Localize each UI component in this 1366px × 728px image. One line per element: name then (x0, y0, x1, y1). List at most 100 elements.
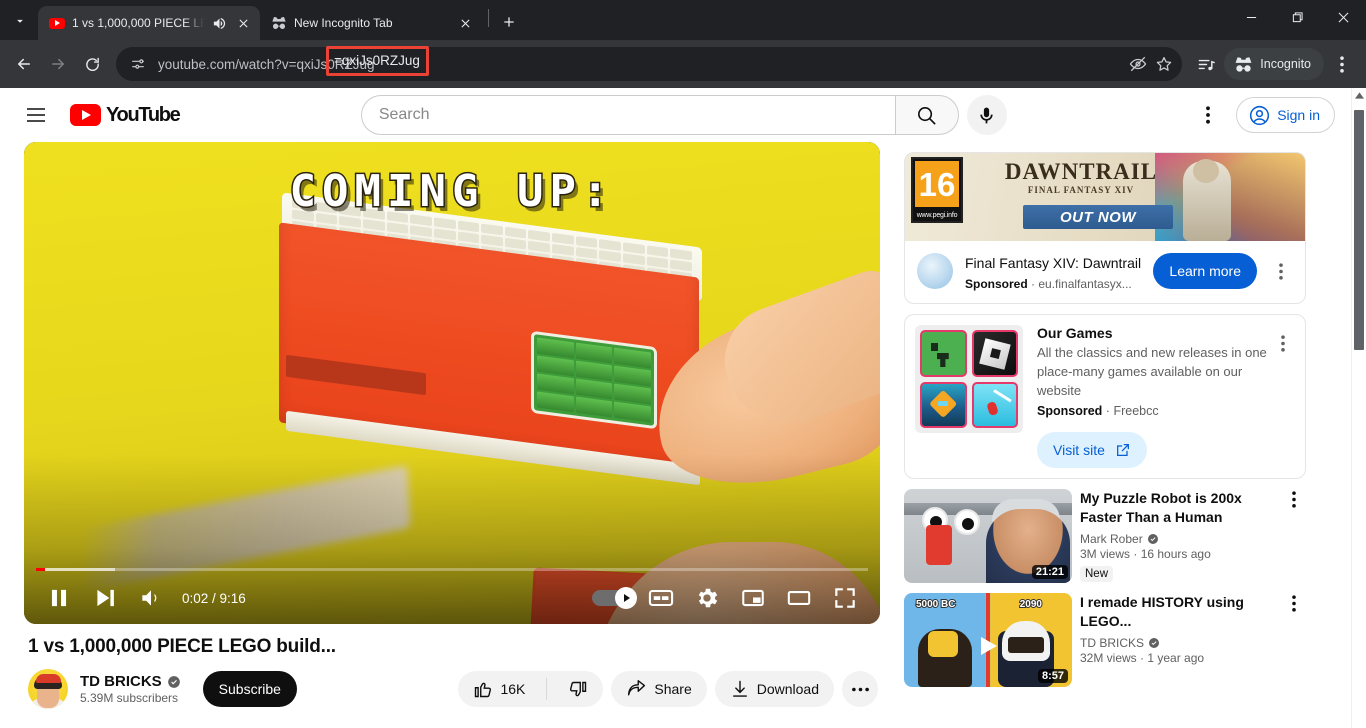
separator: · (1105, 403, 1110, 418)
pegi-url: www.pegi.info (916, 212, 958, 219)
visit-site-button[interactable]: Visit site (1037, 431, 1147, 468)
verified-badge-icon (167, 675, 180, 688)
thumbnail-label-left: 5000 BC (915, 598, 956, 611)
incognito-icon (1235, 56, 1252, 72)
reload-icon[interactable] (76, 48, 108, 80)
eye-crossed-icon[interactable] (1126, 52, 1150, 76)
close-tab-button[interactable] (234, 14, 252, 32)
ad-options-button[interactable] (1269, 253, 1293, 289)
search-input[interactable] (360, 95, 895, 135)
three-dot-menu-icon[interactable] (1326, 48, 1358, 80)
more-actions-button[interactable] (842, 671, 878, 707)
sign-in-button[interactable]: Sign in (1236, 97, 1335, 133)
fullscreen-icon[interactable] (822, 575, 868, 621)
video-action-buttons: 16K Share Download (458, 671, 880, 707)
video-player[interactable]: COMING UP: 0:02 / 9:16 (24, 142, 880, 624)
progress-bar[interactable] (36, 568, 868, 571)
three-dot-menu-icon (1279, 262, 1283, 280)
sponsored-ad-card-games[interactable]: Our Games All the classics and new relea… (904, 314, 1306, 479)
pause-icon[interactable] (36, 575, 82, 621)
gear-icon[interactable] (684, 575, 730, 621)
learn-more-button[interactable]: Learn more (1153, 253, 1257, 289)
video-options-button[interactable] (1282, 593, 1306, 687)
search-box[interactable] (360, 95, 959, 135)
ad-options-button[interactable] (1271, 325, 1295, 361)
pegi-rating-number: 16 (915, 161, 959, 207)
omnibox-actions (1126, 52, 1176, 76)
channel-name-row[interactable]: TD BRICKS (80, 673, 181, 690)
youtube-page: YouTube Search Sign in COMING UP: 0:02 /… (0, 88, 1351, 728)
channel-row[interactable]: TD BRICKS (1080, 636, 1272, 650)
advertiser-avatar (917, 253, 953, 289)
search-button[interactable] (894, 95, 959, 135)
like-dislike-group: 16K (458, 671, 604, 707)
star-icon[interactable] (1152, 52, 1176, 76)
subscribe-button[interactable]: Subscribe (202, 671, 297, 707)
channel-row[interactable]: Mark Rober (1080, 532, 1272, 546)
miniplayer-icon[interactable] (730, 575, 776, 621)
visit-site-label: Visit site (1053, 441, 1105, 458)
channel-avatar[interactable] (28, 669, 68, 709)
games-ad-description: All the classics and new releases in one… (1037, 345, 1267, 398)
ad-banner-subtitle: FINAL FANTASY XIV (1027, 185, 1135, 195)
minimize-icon[interactable] (1228, 0, 1274, 34)
hamburger-menu-icon[interactable] (16, 95, 56, 135)
video-info: My Puzzle Robot is 200x Faster Than a Hu… (1080, 489, 1274, 583)
video-title[interactable]: I remade HISTORY using LEGO... (1080, 593, 1272, 631)
playlist-icon[interactable] (1190, 48, 1222, 80)
url-text: youtube.com/watch?v=qxiJs0RZJug (158, 56, 375, 72)
share-button[interactable]: Share (611, 671, 707, 707)
video-duration: 21:21 (1031, 564, 1068, 579)
voice-search-button[interactable] (966, 95, 1007, 135)
dislike-button[interactable] (554, 671, 603, 707)
game-tiles-grid[interactable] (915, 325, 1023, 434)
scroll-up-arrow-icon[interactable] (1352, 88, 1366, 102)
browser-tab-incognito[interactable]: New Incognito Tab (260, 6, 482, 40)
youtube-play-icon (70, 104, 101, 126)
thumbnail-label-right: 2090 (1019, 598, 1043, 611)
video-title[interactable]: My Puzzle Robot is 200x Faster Than a Hu… (1080, 489, 1272, 527)
video-thumbnail[interactable]: 21:21 (904, 488, 1072, 583)
page-scrollbar[interactable] (1351, 88, 1366, 728)
video-title: 1 vs 1,000,000 PIECE LEGO build... (28, 636, 336, 657)
tab-search-button[interactable] (6, 7, 34, 35)
youtube-logo[interactable]: YouTube (70, 104, 181, 127)
scrollbar-thumb[interactable] (1354, 110, 1364, 350)
close-tab-button[interactable] (456, 14, 474, 32)
watch-page-content: COMING UP: 0:02 / 9:16 1 vs 1,000,000 PI… (0, 142, 1351, 728)
site-settings-icon[interactable] (126, 52, 150, 76)
next-track-icon[interactable] (82, 575, 128, 621)
games-ad-title[interactable]: Our Games (1037, 325, 1271, 341)
url-text-wrapper[interactable]: youtube.com/watch?v=qxiJs0RZJug =qxiJs0R… (158, 45, 1118, 76)
rope-hero-icon (971, 381, 1018, 429)
video-thumbnail[interactable]: 5000 BC 2090 8:57 (904, 592, 1072, 687)
video-options-button[interactable] (1282, 489, 1306, 583)
maximize-icon[interactable] (1274, 0, 1320, 34)
browser-tab-youtube[interactable]: 1 vs 1,000,000 PIECE LEGO b (38, 6, 260, 40)
speaker-playing-icon[interactable] (211, 15, 227, 31)
incognito-profile-button[interactable]: Incognito (1224, 48, 1324, 80)
channel-name: Mark Rober (1080, 531, 1143, 546)
sponsored-ad-card-ffxiv[interactable]: DAWNTRAIL FINAL FANTASY XIV OUT NOW 16 w… (904, 152, 1306, 305)
address-bar[interactable]: youtube.com/watch?v=qxiJs0RZJug =qxiJs0R… (116, 45, 1183, 81)
settings-menu-button[interactable] (1188, 95, 1228, 135)
ad-title[interactable]: Final Fantasy XIV: Dawntrail (965, 253, 1141, 273)
roblox-icon (971, 330, 1018, 377)
theater-mode-icon[interactable] (776, 575, 822, 621)
ad-domain: eu.finalfantasyx... (1038, 277, 1132, 292)
forward-arrow-icon[interactable] (42, 48, 74, 80)
download-button[interactable]: Download (714, 671, 834, 707)
volume-icon[interactable] (128, 575, 174, 621)
close-icon[interactable] (1320, 0, 1366, 34)
ad-banner-image[interactable]: DAWNTRAIL FINAL FANTASY XIV OUT NOW 16 w… (905, 153, 1305, 241)
autoplay-toggle[interactable] (588, 585, 638, 611)
new-tab-button[interactable] (495, 8, 523, 36)
back-arrow-icon[interactable] (8, 48, 40, 80)
closed-captions-icon[interactable] (638, 575, 684, 621)
primary-column: COMING UP: 0:02 / 9:16 1 vs 1,000,000 PI… (24, 142, 880, 728)
video-frame: COMING UP: (24, 142, 880, 624)
tab-strip: 1 vs 1,000,000 PIECE LEGO b New Incognit… (0, 0, 1366, 40)
recommended-video-item[interactable]: 5000 BC 2090 8:57 I remade HISTORY using… (904, 592, 1306, 687)
like-button[interactable]: 16K (458, 671, 539, 707)
recommended-video-item[interactable]: 21:21 My Puzzle Robot is 200x Faster Tha… (904, 488, 1306, 583)
